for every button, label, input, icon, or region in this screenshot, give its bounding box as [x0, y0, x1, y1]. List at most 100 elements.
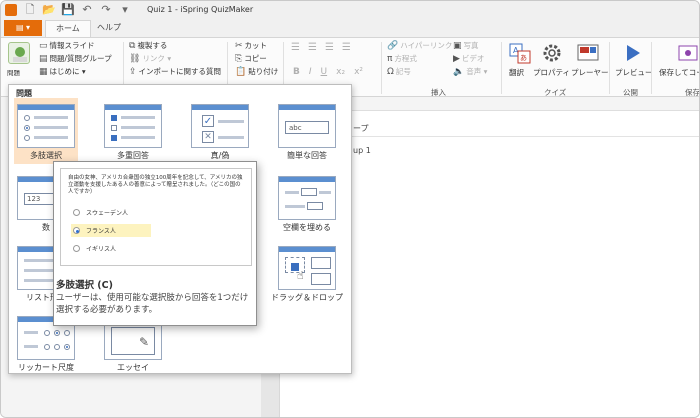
- tile-label: 簡単な回答: [287, 151, 327, 160]
- hyperlink-icon: 🔗: [387, 40, 399, 51]
- import-icon: ⇪: [129, 66, 137, 77]
- tile-true-false[interactable]: ✓ ✕ 真/偽: [188, 98, 252, 164]
- bullets-icon[interactable]: ☰: [291, 42, 306, 53]
- player-button[interactable]: プレーヤー: [571, 67, 609, 78]
- translate-icon[interactable]: Aあ: [509, 42, 531, 64]
- properties-label: プロパティ: [533, 68, 571, 77]
- tile-fill-in-the-blank[interactable]: 空欄を埋める: [275, 170, 339, 236]
- import-questions-button[interactable]: ⇪ インポートに関する質問: [129, 66, 221, 77]
- save-publish-icon[interactable]: [677, 42, 699, 64]
- bold-button[interactable]: B: [293, 67, 300, 77]
- tab-home[interactable]: ホーム: [45, 20, 91, 37]
- tile-multiple-response[interactable]: 多重回答: [101, 98, 165, 164]
- video-button[interactable]: ▶ ビデオ: [453, 53, 484, 64]
- player-label: プレーヤー: [571, 68, 609, 77]
- sample-option-label: スウェーデン人: [86, 210, 129, 217]
- quiz-group-label: クイズ: [544, 88, 567, 97]
- equation-label: 方程式: [394, 54, 417, 63]
- link-button[interactable]: ⛓ リンク ▾: [129, 53, 171, 64]
- pencil-icon: ✎: [139, 335, 150, 349]
- tile-short-answer[interactable]: abc 簡単な回答: [275, 98, 339, 164]
- sample-option-label: イギリス人: [86, 246, 117, 253]
- scissors-icon: ✂: [235, 40, 243, 51]
- redo-icon[interactable]: ↷: [99, 2, 113, 18]
- tile-multiple-choice[interactable]: 多肢選択: [14, 98, 78, 164]
- question-group-button[interactable]: ▤ 問題/質問グループ: [39, 53, 112, 64]
- player-icon[interactable]: [577, 42, 599, 64]
- properties-button[interactable]: プロパティ: [533, 67, 570, 78]
- file-menu-button[interactable]: ▤ ▾: [4, 20, 42, 36]
- tile-label: リッカート尺度: [18, 363, 74, 372]
- symbol-button[interactable]: Ω 記号: [387, 66, 411, 77]
- numbering-icon[interactable]: ☰: [308, 42, 323, 53]
- drag-drop-thumbnail: ☝: [278, 246, 336, 290]
- customize-qat-icon[interactable]: ▾: [118, 2, 132, 18]
- question-button[interactable]: 問題: [7, 67, 20, 77]
- translate-button[interactable]: 翻訳: [509, 67, 524, 78]
- tab-help[interactable]: ヘルプ: [87, 20, 131, 37]
- hyperlink-button[interactable]: 🔗 ハイパーリンク: [387, 40, 452, 51]
- publish-group-label: 公開: [623, 88, 638, 97]
- ribbon-separator: [501, 42, 502, 94]
- duplicate-label: 複製する: [137, 41, 168, 50]
- new-file-icon[interactable]: 🗋: [23, 2, 37, 18]
- sample-option: イギリス人: [71, 242, 151, 255]
- question-button-label: 問題: [7, 69, 20, 77]
- superscript-button[interactable]: x²: [354, 67, 363, 77]
- panel-header-label: ープ: [353, 124, 369, 133]
- info-slide-label: 情報スライド: [49, 41, 95, 50]
- true-false-thumbnail: ✓ ✕: [191, 104, 249, 148]
- translate-label: 翻訳: [509, 68, 524, 77]
- fill-in-blank-thumbnail: [278, 176, 336, 220]
- ribbon-tabs: ▤ ▾ ホーム ヘルプ: [1, 19, 699, 37]
- duplicate-button[interactable]: ⧉ 複製する: [129, 40, 167, 51]
- save-icon[interactable]: 💾: [61, 2, 75, 18]
- cut-button[interactable]: ✂ カット: [235, 40, 267, 51]
- intro-button[interactable]: ▦ はじめに ▾: [39, 66, 86, 77]
- save-as-button[interactable]: 保存してコー: [659, 67, 699, 78]
- tooltip-preview: 自由の女神、アメリカ合衆国の独立100周年を記念して、アメリカの独立運動を支援し…: [60, 168, 252, 266]
- equation-button[interactable]: π 方程式: [387, 53, 417, 64]
- audio-button[interactable]: 🔈 音声 ▾: [453, 66, 487, 77]
- multiple-response-thumbnail: [104, 104, 162, 148]
- question-group-row[interactable]: up 1: [353, 146, 371, 155]
- align-icon[interactable]: ☰: [325, 42, 340, 53]
- tile-label: 真/偽: [210, 151, 230, 160]
- question-group-label: 問題/質問グループ: [49, 54, 112, 63]
- copy-button[interactable]: ⎘ コピー: [235, 53, 267, 64]
- gear-icon[interactable]: [541, 42, 563, 64]
- sample-option: スウェーデン人: [71, 206, 151, 219]
- hand-cursor-icon: ☝: [297, 269, 304, 282]
- italic-button[interactable]: I: [309, 67, 312, 77]
- paste-label: 貼り付け: [248, 67, 279, 76]
- preview-button[interactable]: プレビュー: [615, 67, 653, 78]
- tile-drag-and-drop[interactable]: ☝ ドラッグ＆ドロップ: [271, 240, 343, 306]
- short-answer-thumbnail: abc: [278, 104, 336, 148]
- cut-label: カット: [244, 41, 268, 50]
- title-bar: 🗋 📂 💾 ↶ ↷ ▾ Quiz 1 - iSpring QuizMaker: [1, 1, 699, 19]
- sample-question-text: 自由の女神、アメリカ合衆国の独立100周年を記念して、アメリカの独立運動を支援し…: [68, 175, 243, 195]
- undo-icon[interactable]: ↶: [80, 2, 94, 18]
- ribbon-separator: [651, 42, 652, 94]
- ribbon-separator: [381, 42, 382, 94]
- tooltip-description: ユーザーは、使用可能な選択肢から回答を1つだけ選択する必要があります。: [56, 293, 249, 315]
- question-icon[interactable]: [8, 42, 30, 64]
- paste-button[interactable]: 📋 貼り付け: [235, 66, 278, 77]
- underline-button[interactable]: U: [321, 67, 328, 77]
- copy-label: コピー: [244, 54, 267, 63]
- link-label: リンク ▾: [142, 54, 172, 63]
- copy-icon: ⎘: [235, 53, 243, 64]
- sample-option-label: フランス人: [86, 228, 116, 235]
- picture-button[interactable]: ▣ 写真: [453, 40, 479, 51]
- video-label: ビデオ: [461, 54, 485, 63]
- radio-icon: [73, 209, 80, 216]
- indent-icon[interactable]: ☰: [342, 42, 357, 53]
- font-style-group: B I U x₂ x²: [293, 67, 363, 77]
- info-slide-button[interactable]: ▭ 情報スライド: [39, 40, 95, 51]
- open-folder-icon[interactable]: 📂: [42, 2, 56, 18]
- tooltip-title: 多肢選択 (C): [56, 280, 113, 291]
- subscript-button[interactable]: x₂: [336, 67, 345, 77]
- group-icon: ▤: [39, 53, 48, 64]
- play-icon[interactable]: [621, 42, 643, 64]
- tile-label: 多肢選択: [30, 151, 62, 160]
